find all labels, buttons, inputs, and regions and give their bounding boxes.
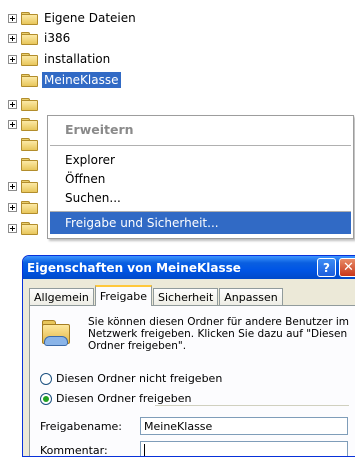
share-name-label: Freigabename: — [40, 420, 123, 433]
text-caret — [144, 444, 145, 456]
properties-dialog: Eigenschaften von MeineKlasse ? ✕ Allgem… — [22, 255, 355, 457]
expand-icon[interactable] — [8, 181, 17, 191]
tree-item-hidden[interactable] — [8, 155, 42, 173]
tree-item-hidden[interactable] — [8, 219, 42, 237]
menu-separator — [50, 145, 351, 146]
tree-item-hidden[interactable] — [8, 95, 42, 113]
comment-label: Kommentar: — [40, 444, 108, 457]
expand-icon[interactable] — [8, 54, 17, 64]
folder-open-icon — [21, 73, 38, 87]
tab-allgemein[interactable]: Allgemein — [29, 288, 94, 305]
folder-icon — [21, 179, 38, 193]
tree-item-label: MeineKlasse — [42, 72, 121, 88]
tree-item-eigene-dateien[interactable]: Eigene Dateien — [8, 9, 138, 27]
comment-input[interactable] — [140, 441, 348, 456]
share-description: Sie können diesen Ordner für andere Benu… — [88, 316, 350, 352]
tree-item-label: installation — [44, 52, 111, 66]
radio-checked-icon[interactable] — [40, 392, 52, 405]
folder-icon — [21, 157, 38, 171]
shared-folder-icon — [42, 320, 70, 346]
expand-icon[interactable] — [8, 223, 17, 233]
folder-icon — [21, 221, 38, 235]
tab-sicherheit[interactable]: Sicherheit — [153, 288, 219, 305]
folder-icon — [21, 31, 38, 45]
radio-label: Diesen Ordner nicht freigeben — [56, 372, 223, 385]
expand-icon[interactable] — [8, 202, 17, 212]
tree-item-meineklasse[interactable]: MeineKlasse — [8, 71, 121, 89]
close-button[interactable]: ✕ — [339, 258, 355, 277]
tree-item-hidden[interactable] — [8, 115, 42, 133]
radio-unchecked-icon[interactable] — [40, 372, 52, 385]
tree-item-hidden[interactable] — [8, 198, 42, 216]
groupbox-border — [155, 405, 349, 406]
tab-panel-freigabe: Sie können diesen Ordner für andere Benu… — [29, 305, 355, 457]
close-icon: ✕ — [343, 260, 354, 275]
menu-item-freigabe-sicherheit[interactable]: Freigabe und Sicherheit... — [50, 212, 351, 234]
radio-share[interactable]: Diesen Ordner freigeben — [40, 392, 191, 405]
folder-icon — [21, 11, 38, 25]
folder-icon — [21, 97, 38, 111]
share-name-value: MeineKlasse — [144, 419, 213, 433]
folder-icon — [21, 200, 38, 214]
expand-icon[interactable] — [8, 119, 17, 129]
expand-icon[interactable] — [8, 13, 17, 23]
tree-item-hidden[interactable] — [8, 135, 42, 153]
share-name-input[interactable]: MeineKlasse — [140, 417, 348, 435]
tab-freigabe[interactable]: Freigabe — [94, 285, 153, 306]
tree-item-i386[interactable]: i386 — [8, 29, 72, 47]
tree-item-label: i386 — [44, 31, 71, 45]
menu-item-suchen[interactable]: Suchen... — [50, 187, 351, 209]
tab-anpassen[interactable]: Anpassen — [219, 288, 283, 305]
radio-not-share[interactable]: Diesen Ordner nicht freigeben — [40, 372, 222, 385]
folder-icon — [21, 52, 38, 66]
context-menu: Erweitern Explorer Öffnen Suchen... Frei… — [47, 115, 354, 239]
tab-strip: Allgemein Freigabe Sicherheit Anpassen — [29, 285, 284, 306]
dialog-title: Eigenschaften von MeineKlasse — [27, 260, 241, 275]
expand-icon[interactable] — [8, 99, 17, 109]
radio-label: Diesen Ordner freigeben — [56, 392, 192, 405]
expand-icon[interactable] — [8, 33, 17, 43]
folder-icon — [21, 117, 38, 131]
tree-item-hidden[interactable] — [8, 177, 42, 195]
help-button[interactable]: ? — [317, 258, 336, 277]
menu-item-erweitern[interactable]: Erweitern — [50, 118, 351, 140]
tree-item-installation[interactable]: installation — [8, 50, 112, 68]
help-icon: ? — [323, 260, 330, 275]
tree-item-label: Eigene Dateien — [44, 11, 136, 25]
dialog-titlebar[interactable]: Eigenschaften von MeineKlasse — [23, 256, 355, 279]
folder-icon — [21, 137, 38, 151]
